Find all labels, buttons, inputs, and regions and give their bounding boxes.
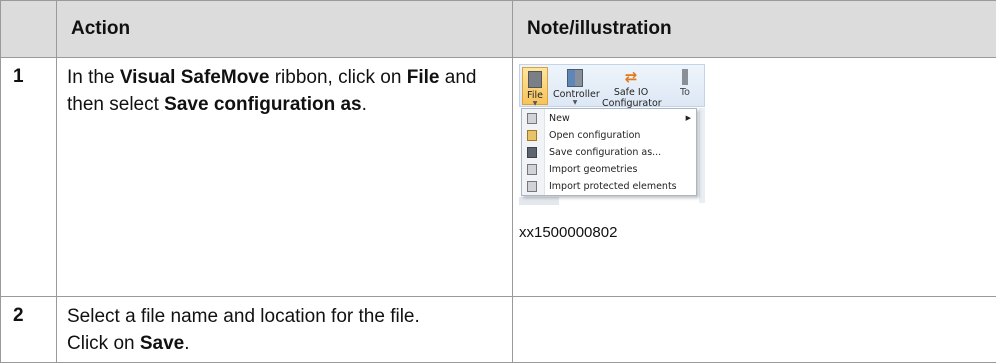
step-action: Select a file name and location for the … <box>56 296 513 363</box>
file-doc-icon <box>528 71 542 88</box>
ribbon-screenshot: File ▼ Controller ▼ ⇄ Safe IO Configurat… <box>519 64 705 244</box>
step-row: 2 Select a file name and location for th… <box>0 296 996 363</box>
background-panel <box>519 197 559 205</box>
file-term: File <box>406 67 440 88</box>
save-term: Save <box>139 333 185 354</box>
tool-icon <box>682 69 688 85</box>
header-note: Note/illustration <box>512 0 996 58</box>
new-doc-icon <box>527 113 537 124</box>
step-number: 1 <box>0 57 57 297</box>
step-illustration: File ▼ Controller ▼ ⇄ Safe IO Configurat… <box>512 57 996 297</box>
menu-item-import-geometries[interactable]: Import geometries <box>522 161 696 178</box>
header-num <box>0 0 57 58</box>
controller-button[interactable]: Controller ▼ <box>553 67 600 106</box>
menu-item-import-protected-elements[interactable]: Import protected elements <box>522 178 696 195</box>
chevron-down-icon: ▼ <box>532 100 538 107</box>
header-row: Action Note/illustration <box>0 0 996 58</box>
step-note <box>512 296 996 363</box>
swap-arrows-icon: ⇄ <box>624 68 638 86</box>
step-number: 2 <box>0 296 57 363</box>
figure-id: xx1500000802 <box>519 224 618 241</box>
step-action: In the Visual SafeMove ribbon, click on … <box>56 57 513 297</box>
open-folder-icon <box>527 130 537 141</box>
step-row: 1 In the Visual SafeMove ribbon, click o… <box>0 57 996 297</box>
save-disk-icon <box>527 147 537 158</box>
header-action: Action <box>56 0 513 58</box>
menu-item-new[interactable]: New ▶ <box>522 110 696 127</box>
file-button[interactable]: File ▼ <box>522 67 548 107</box>
safe-io-configurator-button[interactable]: ⇄ Safe IO Configurator <box>602 67 662 109</box>
menu-item-open-configuration[interactable]: Open configuration <box>522 127 696 144</box>
submenu-arrow-icon: ▶ <box>685 114 691 122</box>
import-doc-icon <box>527 164 537 175</box>
chevron-down-icon: ▼ <box>572 99 578 106</box>
background-panel <box>699 108 705 203</box>
visual-safemove-ribbon: File ▼ Controller ▼ ⇄ Safe IO Configurat… <box>519 64 705 109</box>
procedure-table: Action Note/illustration 1 In the Visual… <box>0 0 996 363</box>
file-dropdown-menu: New ▶ Open configuration Save configurat… <box>521 108 697 196</box>
controller-icon <box>567 69 583 87</box>
save-config-term: Save configuration as <box>164 94 362 115</box>
import-doc-icon <box>527 181 537 192</box>
menu-item-save-configuration-as[interactable]: Save configuration as... <box>522 144 696 161</box>
ribbon-name: Visual SafeMove <box>119 67 270 88</box>
truncated-ribbon-button[interactable]: To <box>670 67 700 98</box>
